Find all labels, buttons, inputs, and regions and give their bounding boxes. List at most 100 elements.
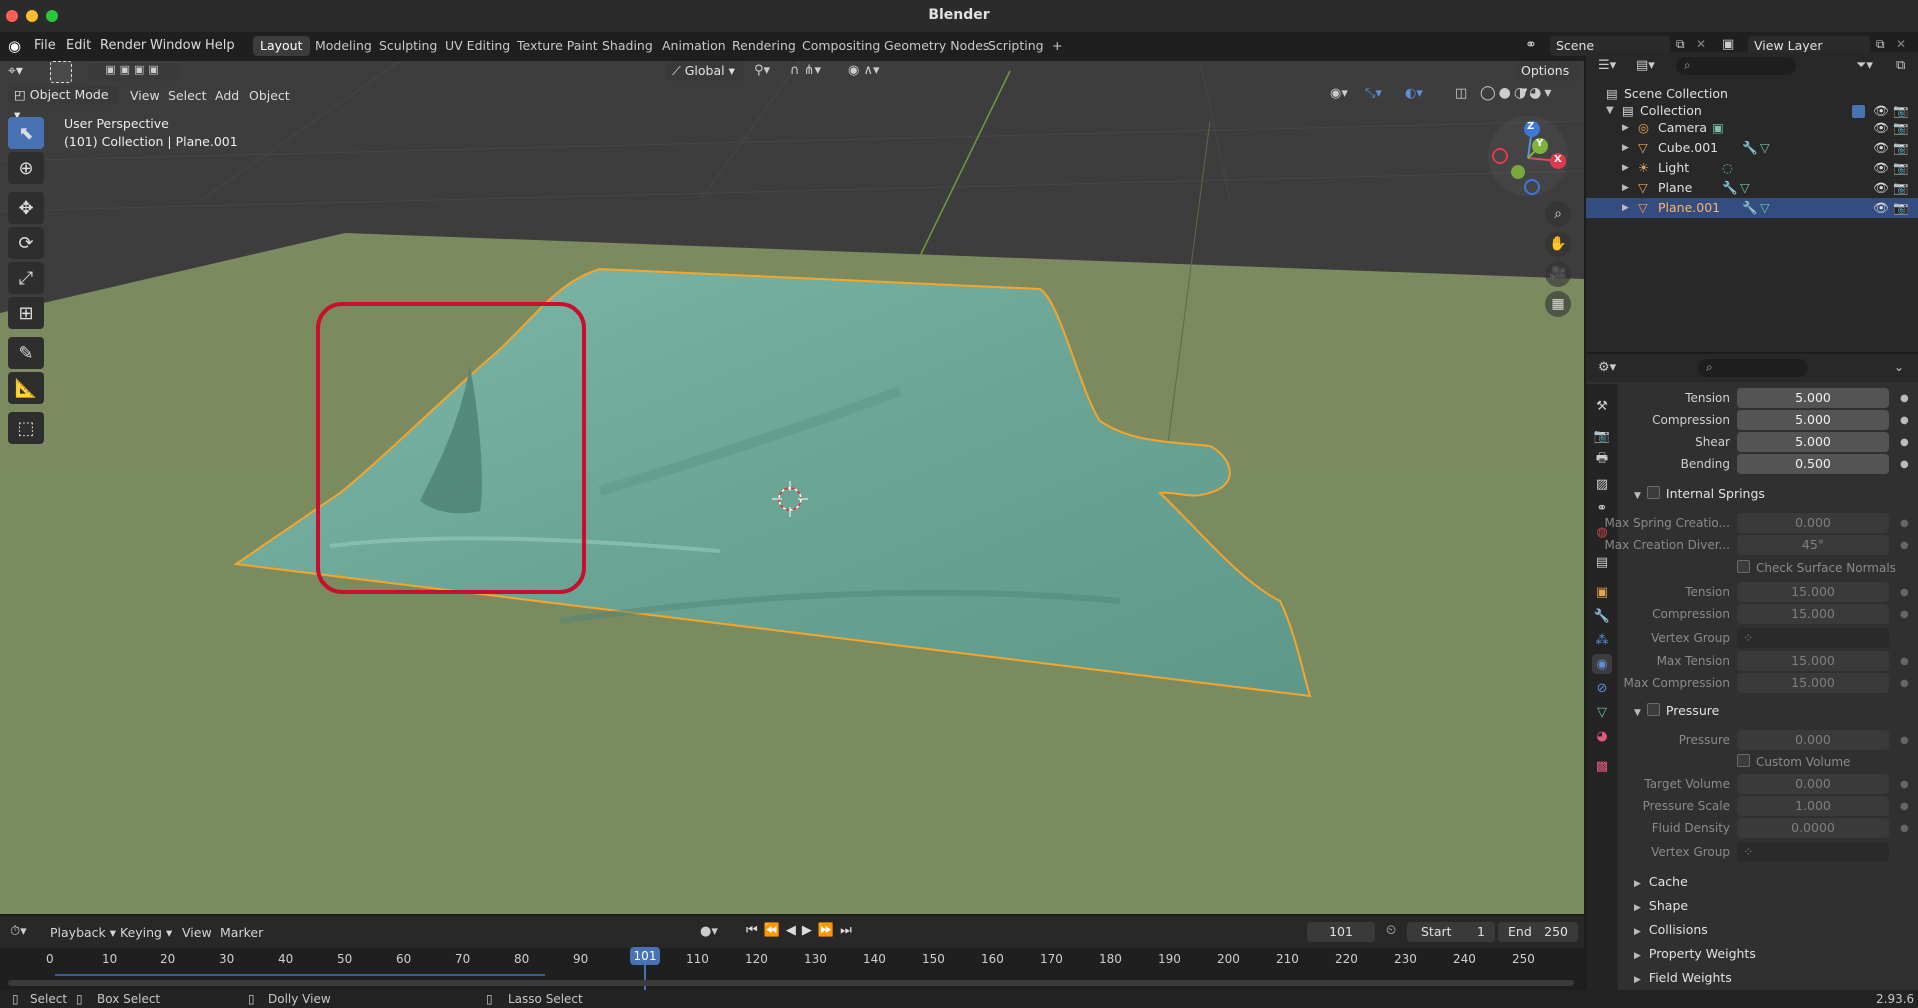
filter-icon[interactable]: ⏷▾ bbox=[1856, 58, 1873, 73]
remove-view-layer-icon[interactable]: ✕ bbox=[1896, 37, 1906, 51]
pivot-point-icon[interactable]: ⚲▾ bbox=[754, 63, 770, 78]
keyframe-dot[interactable]: ● bbox=[1900, 415, 1909, 426]
check-surface-normals-checkbox[interactable] bbox=[1737, 560, 1750, 573]
mesh-data-icon[interactable]: ▽ bbox=[1740, 178, 1750, 198]
add-cube-tool[interactable]: ⬚ bbox=[8, 412, 44, 444]
keyframe-dot[interactable]: ● bbox=[1900, 518, 1909, 529]
is-compression-field[interactable]: 15.000 bbox=[1737, 604, 1889, 624]
tab-layout[interactable]: Layout bbox=[253, 36, 310, 56]
tab-compositing[interactable]: Compositing bbox=[795, 36, 887, 56]
cache-panel-header[interactable]: ▶ Cache bbox=[1634, 874, 1688, 889]
shading-mode-buttons[interactable]: ◯●◑◕▾ bbox=[1480, 85, 1554, 101]
measure-tool[interactable]: 📐 bbox=[8, 372, 44, 404]
eye-icon[interactable]: 👁 bbox=[1873, 198, 1889, 218]
pressure-checkbox[interactable] bbox=[1646, 703, 1660, 716]
transform-tool[interactable]: ⊞ bbox=[8, 297, 44, 329]
pressure-vertex-group-field[interactable]: ⁘ bbox=[1737, 842, 1889, 862]
eye-icon[interactable]: 👁 bbox=[1873, 178, 1889, 198]
gizmo-toggle-icon[interactable]: ⤡▾ bbox=[1365, 86, 1382, 101]
camera-render-icon[interactable]: 📷 bbox=[1893, 118, 1909, 138]
tab-texture-paint[interactable]: Texture Paint bbox=[510, 36, 605, 56]
is-vertex-group-field[interactable]: ⁘ bbox=[1737, 628, 1889, 648]
keyframe-dot[interactable]: ● bbox=[1900, 735, 1909, 746]
wrench-icon[interactable]: 🔧 bbox=[1722, 178, 1738, 198]
selection-mode-buttons[interactable]: ▣▣▣▣ bbox=[88, 63, 180, 81]
max-creation-diversion-field[interactable]: 45° bbox=[1737, 535, 1889, 555]
marker-menu[interactable]: Marker bbox=[220, 925, 263, 940]
custom-volume-option[interactable]: Custom Volume bbox=[1737, 754, 1850, 769]
playback-controls[interactable]: ⏮⏪◀▶⏩⏭ bbox=[746, 923, 858, 938]
max-compression-field[interactable]: 15.000 bbox=[1737, 673, 1889, 693]
select-tool-icon[interactable] bbox=[50, 61, 72, 83]
timeline-scrollbar[interactable] bbox=[8, 980, 1574, 986]
current-frame-field[interactable]: 101 bbox=[1307, 922, 1375, 942]
display-mode-icon[interactable]: ▤▾ bbox=[1636, 58, 1655, 73]
menu-help[interactable]: Help bbox=[205, 38, 235, 53]
shear-field[interactable]: 5.000 bbox=[1737, 432, 1889, 452]
new-view-layer-icon[interactable]: ⧉ bbox=[1876, 37, 1885, 52]
keyframe-dot[interactable]: ● bbox=[1900, 609, 1909, 620]
add-workspace-button[interactable]: + bbox=[1045, 36, 1069, 56]
keyframe-dot[interactable]: ● bbox=[1900, 540, 1909, 551]
new-collection-icon[interactable]: ⧉ bbox=[1896, 58, 1905, 73]
cursor-tool[interactable]: ⊕ bbox=[8, 152, 44, 184]
camera-render-icon[interactable]: 📷 bbox=[1893, 178, 1909, 198]
outliner-item-cube[interactable]: ▶ ▽ Cube.001 🔧 ▽ 👁 📷 bbox=[1586, 138, 1918, 158]
outliner-item-plane[interactable]: ▶ ▽ Plane 🔧 ▽ 👁 📷 bbox=[1586, 178, 1918, 198]
outliner-editor-icon[interactable]: ☰▾ bbox=[1598, 58, 1616, 73]
new-scene-icon[interactable]: ⧉ bbox=[1676, 37, 1685, 52]
chevron-down-icon[interactable]: ⌄ bbox=[1894, 360, 1904, 374]
record-icon[interactable]: ●▾ bbox=[700, 924, 718, 939]
zoom-icon[interactable]: ⌕ bbox=[1545, 201, 1571, 227]
pressure-scale-field[interactable]: 1.000 bbox=[1737, 796, 1889, 816]
tab-uv-editing[interactable]: UV Editing bbox=[438, 36, 517, 56]
eye-icon[interactable]: 👁 bbox=[1873, 158, 1889, 178]
ortho-grid-icon[interactable]: ▦ bbox=[1545, 291, 1571, 317]
editor-type-icon[interactable]: ⌖▾ bbox=[8, 63, 23, 79]
annotate-tool[interactable]: ✎ bbox=[8, 337, 44, 369]
tab-sculpting[interactable]: Sculpting bbox=[372, 36, 444, 56]
texture-tab-icon[interactable]: ▩ bbox=[1592, 756, 1612, 776]
pressure-panel-header[interactable]: ▼ Pressure bbox=[1634, 703, 1719, 718]
viewport-menu-view[interactable]: View bbox=[130, 88, 160, 103]
viewport-menu-select[interactable]: Select bbox=[168, 88, 207, 103]
blender-logo-icon[interactable]: ◉ bbox=[8, 37, 21, 55]
outliner-item-camera[interactable]: ▶ ◎ Camera ▣ 👁 📷 bbox=[1586, 118, 1918, 138]
max-spring-creation-field[interactable]: 0.000 bbox=[1737, 513, 1889, 533]
menu-window[interactable]: Window bbox=[150, 38, 201, 53]
max-tension-field[interactable]: 15.000 bbox=[1737, 651, 1889, 671]
proportional-edit-icon[interactable]: ◉ ∧▾ bbox=[848, 63, 880, 78]
keyframe-dot[interactable]: ● bbox=[1900, 823, 1909, 834]
outliner-search-input[interactable]: ⌕ bbox=[1676, 57, 1796, 75]
playback-menu[interactable]: Playback ▾ bbox=[50, 925, 116, 940]
outliner-item-plane-001[interactable]: ▶ ▽ Plane.001 🔧 ▽ 👁 📷 bbox=[1586, 198, 1918, 218]
pan-hand-icon[interactable]: ✋ bbox=[1545, 231, 1571, 257]
keyframe-dot[interactable]: ● bbox=[1900, 779, 1909, 790]
viewport-menu-add[interactable]: Add bbox=[215, 88, 239, 103]
properties-search-input[interactable]: ⌕ bbox=[1698, 359, 1808, 377]
xray-toggle-icon[interactable]: ◫ bbox=[1455, 86, 1467, 101]
bending-field[interactable]: 0.500 bbox=[1737, 454, 1889, 474]
wrench-icon[interactable]: 🔧 bbox=[1742, 138, 1758, 158]
keyframe-dot[interactable]: ● bbox=[1900, 587, 1909, 598]
view-layer-tab-icon[interactable]: ▨ bbox=[1592, 474, 1612, 494]
keyframe-dot[interactable]: ● bbox=[1900, 437, 1909, 448]
3d-viewport[interactable]: Z Y X ⌖▾ ▣▣▣▣ ⟋ Global ▾ ⚲▾ ∩ ⋔▾ ◉ ∧▾ Op… bbox=[0, 61, 1584, 914]
keyframe-dot[interactable]: ● bbox=[1900, 678, 1909, 689]
mesh-data-icon[interactable]: ▽ bbox=[1760, 138, 1770, 158]
internal-springs-checkbox[interactable] bbox=[1646, 486, 1660, 499]
custom-volume-checkbox[interactable] bbox=[1737, 754, 1750, 767]
compression-field[interactable]: 5.000 bbox=[1737, 410, 1889, 430]
scale-tool[interactable]: ⤢ bbox=[8, 262, 44, 294]
start-frame-field[interactable]: Start 1 bbox=[1407, 922, 1495, 942]
keyframe-dot[interactable]: ● bbox=[1900, 656, 1909, 667]
outliner-item-light[interactable]: ▶ ☀ Light ◌ 👁 📷 bbox=[1586, 158, 1918, 178]
shape-panel-header[interactable]: ▶ Shape bbox=[1634, 898, 1688, 913]
camera-render-icon[interactable]: 📷 bbox=[1893, 138, 1909, 158]
menu-render[interactable]: Render bbox=[100, 38, 146, 53]
mesh-data-icon[interactable]: ▽ bbox=[1760, 198, 1770, 218]
overlay-toggle-icon[interactable]: ◐▾ bbox=[1405, 86, 1423, 101]
timeline-editor-icon[interactable]: ⏱▾ bbox=[10, 924, 27, 939]
property-weights-panel-header[interactable]: ▶ Property Weights bbox=[1634, 946, 1756, 961]
move-tool[interactable]: ✥ bbox=[8, 192, 44, 224]
